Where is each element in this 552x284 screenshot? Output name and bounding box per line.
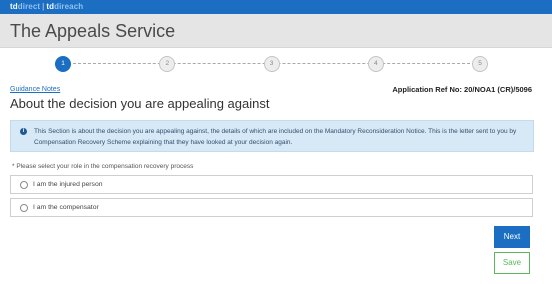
option-compensator[interactable]: I am the compensator <box>10 198 533 217</box>
option-label: I am the injured person <box>33 181 103 188</box>
step-2[interactable]: 2 <box>159 56 176 72</box>
page-header: The Appeals Service <box>0 14 552 48</box>
application-ref: Application Ref No: 20/NOA1 (CR)/5096 <box>392 85 532 94</box>
brand-text: direct <box>17 2 41 11</box>
brand-logo[interactable]: tddirect | tddireach <box>10 1 83 12</box>
progress-stepper: 1 2 3 4 5 <box>55 56 488 72</box>
brand-text: td <box>10 2 18 11</box>
guidance-notes-link[interactable]: Guidance Notes <box>10 85 60 94</box>
option-injured-person[interactable]: I am the injured person <box>10 175 533 194</box>
step-4[interactable]: 4 <box>367 56 384 72</box>
top-bar: tddirect | tddireach <box>0 0 552 14</box>
brand-text: direach <box>54 2 84 11</box>
step-3[interactable]: 3 <box>263 56 280 72</box>
brand-text: td <box>46 2 55 11</box>
step-5[interactable]: 5 <box>472 56 488 72</box>
save-button[interactable]: Save <box>494 252 530 274</box>
info-icon: i <box>20 128 27 135</box>
role-question: * Please select your role in the compens… <box>12 163 194 170</box>
info-box: i This Section is about the decision you… <box>10 120 534 152</box>
radio-button[interactable] <box>20 181 28 189</box>
radio-button[interactable] <box>20 204 28 212</box>
step-1[interactable]: 1 <box>55 56 71 72</box>
info-text: This Section is about the decision you a… <box>34 128 517 146</box>
next-button[interactable]: Next <box>494 226 530 248</box>
service-title: The Appeals Service <box>10 21 176 41</box>
page-title: About the decision you are appealing aga… <box>10 96 270 111</box>
option-label: I am the compensator <box>33 204 99 211</box>
